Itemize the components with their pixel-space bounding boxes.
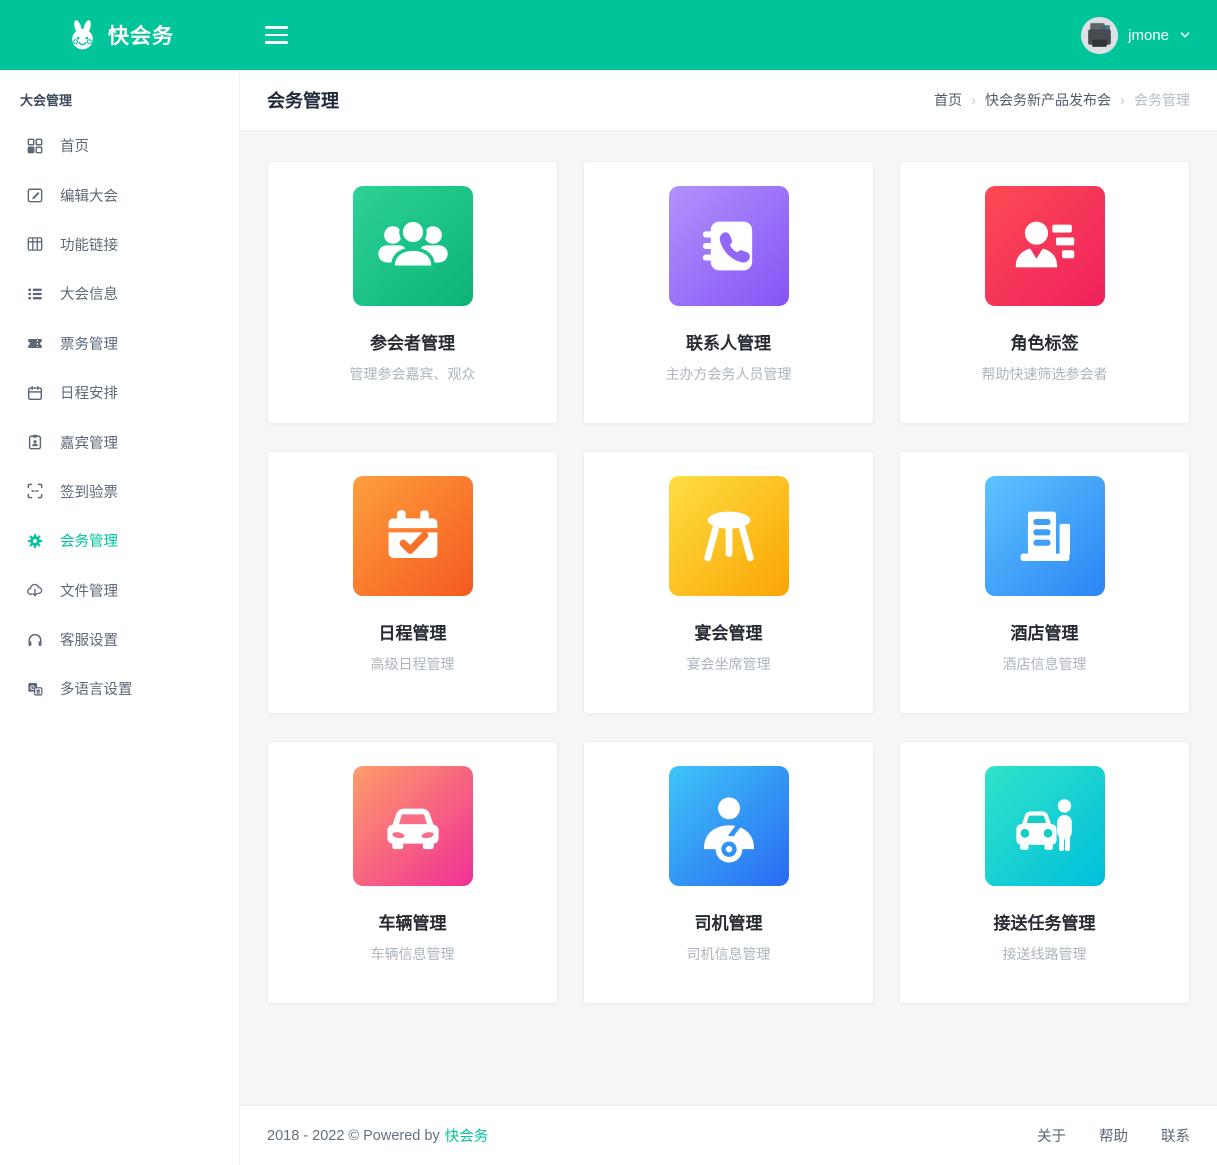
sidebar-item-label: 票务管理 <box>60 333 118 354</box>
main-content: 会务管理 首页 › 快会务新产品发布会 › 会务管理 <box>240 70 1217 1165</box>
breadcrumb: 首页 › 快会务新产品发布会 › 会务管理 <box>934 90 1190 110</box>
breadcrumb-separator: › <box>971 92 976 109</box>
sidebar-item-languages[interactable]: G 多语言设置 <box>0 664 239 713</box>
page-title: 会务管理 <box>267 87 339 113</box>
card-subtitle: 管理参会嘉宾、观众 <box>350 364 476 384</box>
card-title: 接送任务管理 <box>994 909 1096 934</box>
module-card-shuttle[interactable]: 接送任务管理 接送线路管理 <box>899 741 1190 1004</box>
car-icon <box>353 766 473 886</box>
card-title: 车辆管理 <box>379 909 447 934</box>
breadcrumb-separator: › <box>1120 92 1125 109</box>
sidebar: 大会管理 首页 编辑大会 <box>0 70 240 1165</box>
sidebar-item-feature-links[interactable]: 功能链接 <box>0 220 239 269</box>
edit-icon <box>26 186 44 204</box>
calendar-icon <box>26 384 44 402</box>
sidebar-item-services[interactable]: 会务管理 <box>0 516 239 565</box>
sidebar-item-support[interactable]: 客服设置 <box>0 615 239 664</box>
schedule-icon <box>353 476 473 596</box>
sidebar-item-tickets[interactable]: 票务管理 <box>0 319 239 368</box>
footer: 2018 - 2022 © Powered by 快会务 关于 帮助 联系 <box>240 1105 1217 1165</box>
module-card-role-tags[interactable]: 角色标签 帮助快速筛选参会者 <box>899 161 1190 424</box>
brand-logo[interactable]: 快会务 <box>0 19 240 52</box>
card-title: 宴会管理 <box>695 619 763 644</box>
card-title: 司机管理 <box>695 909 763 934</box>
breadcrumb-home[interactable]: 首页 <box>934 90 962 110</box>
card-subtitle: 司机信息管理 <box>687 944 771 964</box>
sidebar-item-edit-conference[interactable]: 编辑大会 <box>0 170 239 219</box>
list-icon <box>26 285 44 303</box>
sidebar-item-files[interactable]: 文件管理 <box>0 566 239 615</box>
avatar <box>1081 17 1118 54</box>
card-title: 角色标签 <box>1011 329 1079 354</box>
card-title: 酒店管理 <box>1011 619 1079 644</box>
card-subtitle: 主办方会务人员管理 <box>666 364 792 384</box>
sidebar-toggle-button[interactable] <box>259 20 294 49</box>
chevron-down-icon <box>1179 29 1191 41</box>
brand-name: 快会务 <box>108 20 174 50</box>
copyright-text: 2018 - 2022 © Powered by <box>267 1128 440 1144</box>
ticket-icon <box>26 334 44 352</box>
role-tag-icon <box>985 186 1105 306</box>
sidebar-item-label: 会务管理 <box>60 530 118 551</box>
card-subtitle: 车辆信息管理 <box>371 944 455 964</box>
sidebar-item-label: 嘉宾管理 <box>60 432 118 453</box>
sidebar-item-label: 文件管理 <box>60 580 118 601</box>
hotel-icon <box>985 476 1105 596</box>
banquet-icon <box>669 476 789 596</box>
card-subtitle: 接送线路管理 <box>1003 944 1087 964</box>
user-menu[interactable]: jmone <box>1081 17 1191 54</box>
sidebar-item-label: 客服设置 <box>60 629 118 650</box>
sidebar-item-agenda[interactable]: 日程安排 <box>0 368 239 417</box>
dashboard-icon <box>26 137 44 155</box>
sidebar-item-conference-info[interactable]: 大会信息 <box>0 269 239 318</box>
translate-icon: G <box>26 680 44 698</box>
card-title: 联系人管理 <box>686 329 771 354</box>
sidebar-item-label: 日程安排 <box>60 382 118 403</box>
sidebar-item-label: 首页 <box>60 135 89 156</box>
module-card-attendees[interactable]: 参会者管理 管理参会嘉宾、观众 <box>267 161 558 424</box>
sidebar-section-label: 大会管理 <box>0 90 239 109</box>
module-card-grid: 参会者管理 管理参会嘉宾、观众 联系人管理 主办方会务人员管理 <box>240 131 1217 1004</box>
sidebar-item-label: 大会信息 <box>60 283 118 304</box>
card-subtitle: 帮助快速筛选参会者 <box>982 364 1108 384</box>
card-title: 参会者管理 <box>370 329 455 354</box>
contact-book-icon <box>669 186 789 306</box>
scan-icon <box>26 482 44 500</box>
card-subtitle: 高级日程管理 <box>371 654 455 674</box>
card-subtitle: 酒店信息管理 <box>1003 654 1087 674</box>
breadcrumb-event[interactable]: 快会务新产品发布会 <box>985 90 1111 110</box>
headset-icon <box>26 631 44 649</box>
module-card-banquet[interactable]: 宴会管理 宴会坐席管理 <box>583 451 874 714</box>
shuttle-icon <box>985 766 1105 886</box>
module-card-drivers[interactable]: 司机管理 司机信息管理 <box>583 741 874 1004</box>
rabbit-logo-icon <box>66 19 99 52</box>
cloud-download-icon <box>26 581 44 599</box>
user-name: jmone <box>1128 27 1169 44</box>
breadcrumb-current: 会务管理 <box>1134 90 1190 110</box>
card-subtitle: 宴会坐席管理 <box>687 654 771 674</box>
footer-link-about[interactable]: 关于 <box>1037 1125 1066 1146</box>
module-card-vehicles[interactable]: 车辆管理 车辆信息管理 <box>267 741 558 1004</box>
sidebar-item-label: 功能链接 <box>60 234 118 255</box>
footer-link-help[interactable]: 帮助 <box>1099 1125 1128 1146</box>
page-header: 会务管理 首页 › 快会务新产品发布会 › 会务管理 <box>240 70 1217 131</box>
sidebar-item-home[interactable]: 首页 <box>0 121 239 170</box>
table-icon <box>26 235 44 253</box>
card-title: 日程管理 <box>379 619 447 644</box>
module-card-contacts[interactable]: 联系人管理 主办方会务人员管理 <box>583 161 874 424</box>
footer-brand-link[interactable]: 快会务 <box>445 1125 489 1146</box>
attendees-icon <box>353 186 473 306</box>
module-card-schedule[interactable]: 日程管理 高级日程管理 <box>267 451 558 714</box>
sidebar-item-guests[interactable]: 嘉宾管理 <box>0 417 239 466</box>
badge-icon <box>26 433 44 451</box>
sidebar-item-label: 签到验票 <box>60 481 118 502</box>
sidebar-item-label: 编辑大会 <box>60 185 118 206</box>
footer-link-contact[interactable]: 联系 <box>1161 1125 1190 1146</box>
driver-icon <box>669 766 789 886</box>
sidebar-item-label: 多语言设置 <box>60 678 133 699</box>
module-card-hotel[interactable]: 酒店管理 酒店信息管理 <box>899 451 1190 714</box>
gear-icon <box>26 532 44 550</box>
sidebar-item-checkin[interactable]: 签到验票 <box>0 467 239 516</box>
top-bar: 快会务 jmone <box>0 0 1217 70</box>
